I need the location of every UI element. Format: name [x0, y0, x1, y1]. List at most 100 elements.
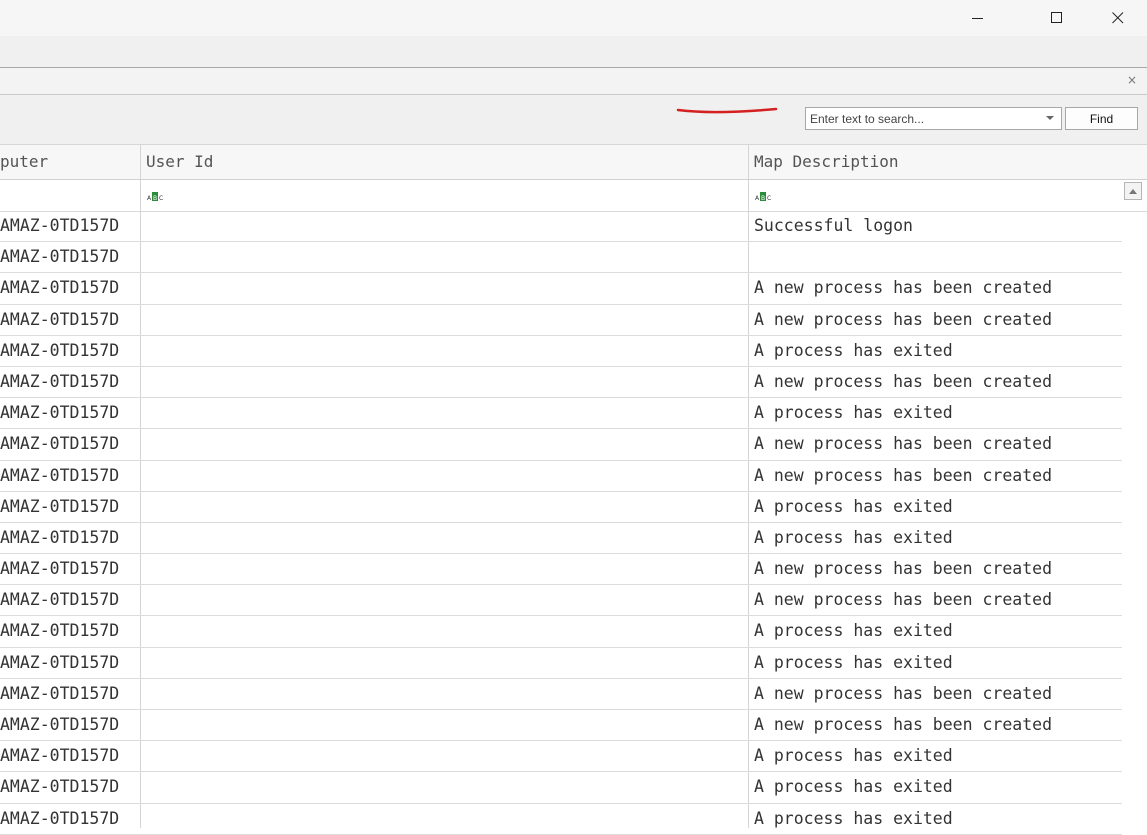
table-row[interactable]: AMAZ-0TD157D A process has exited	[0, 616, 1122, 648]
cell-user-id	[146, 336, 746, 366]
table-row[interactable]: AMAZ-0TD157D A new process has been creat…	[0, 679, 1122, 710]
table-row[interactable]: AMAZ-0TD157D	[0, 242, 1122, 274]
cell-user-id	[146, 648, 746, 678]
cell-user-id	[146, 211, 746, 241]
text-filter-icon[interactable]: A B C	[755, 192, 775, 202]
cell-user-id	[146, 367, 746, 397]
table-row[interactable]: AMAZ-0TD157D A process has exited	[0, 741, 1122, 773]
cell-computer: AMAZ-0TD157D	[0, 590, 120, 610]
cell-user-id	[146, 429, 746, 459]
table-row[interactable]: AMAZ-0TD157D A process has exited	[0, 336, 1122, 367]
cell-user-id	[146, 398, 746, 428]
svg-text:C: C	[159, 195, 163, 202]
tab-close-button[interactable]: ×	[1125, 72, 1139, 88]
svg-text:A: A	[147, 195, 152, 202]
cell-computer: AMAZ-0TD157D	[0, 247, 120, 267]
chevron-up-icon	[1129, 188, 1137, 194]
cell-computer: AMAZ-0TD157D	[0, 527, 120, 547]
cell-user-id	[146, 710, 746, 740]
table-row[interactable]: AMAZ-0TD157D A new process has been creat…	[0, 273, 1122, 305]
table-row[interactable]: AMAZ-0TD157D A process has exited	[0, 648, 1122, 679]
cell-computer: AMAZ-0TD157D	[0, 309, 120, 329]
cell-computer: AMAZ-0TD157D	[0, 715, 120, 734]
cell-computer: AMAZ-0TD157D	[0, 652, 120, 672]
table-row[interactable]: AMAZ-0TD157D A process has exited	[0, 772, 1122, 804]
close-icon	[1112, 12, 1124, 24]
grid-header: puter User Id Map Description	[0, 145, 1147, 180]
text-filter-icon[interactable]: A B C	[147, 192, 167, 202]
svg-text:A: A	[755, 195, 760, 202]
cell-map-description: A new process has been created	[754, 559, 1053, 579]
cell-user-id	[146, 804, 746, 834]
table-row[interactable]: AMAZ-0TD157D A new process has been creat…	[0, 367, 1122, 399]
cell-map-description: A new process has been created	[754, 278, 1053, 298]
cell-map-description: A new process has been created	[754, 371, 1053, 391]
cell-computer: AMAZ-0TD157D	[0, 371, 120, 391]
table-row[interactable]: AMAZ-0TD157D A process has exited	[0, 492, 1122, 523]
table-row[interactable]: AMAZ-0TD157D A new process has been creat…	[0, 710, 1122, 742]
cell-user-id	[146, 554, 746, 584]
table-row[interactable]: AMAZ-0TD157D A new process has been creat…	[0, 429, 1122, 461]
table-row[interactable]: AMAZ-0TD157D A process has exited	[0, 804, 1122, 835]
column-header-user-id[interactable]: User Id	[146, 145, 746, 179]
cell-map-description	[754, 242, 1122, 272]
cell-computer: AMAZ-0TD157D	[0, 465, 120, 485]
minimize-button[interactable]	[955, 0, 1001, 36]
cell-map-description: A new process has been created	[754, 309, 1053, 329]
table-row[interactable]: AMAZ-0TD157D A new process has been creat…	[0, 554, 1122, 586]
cell-computer: AMAZ-0TD157D	[0, 434, 120, 454]
cell-map-description: A new process has been created	[754, 683, 1053, 703]
table-row[interactable]: AMAZ-0TD157D A process has exited	[0, 398, 1122, 430]
cell-computer: AMAZ-0TD157D	[0, 278, 120, 298]
search-dropdown-button[interactable]	[1039, 108, 1061, 129]
cell-map-description: A new process has been created	[754, 465, 1053, 485]
column-header-map-description[interactable]: Map Description	[754, 145, 1114, 179]
cell-user-id	[146, 679, 746, 709]
chevron-down-icon	[1046, 116, 1054, 120]
cell-computer: AMAZ-0TD157D	[0, 496, 120, 516]
cell-user-id	[146, 585, 746, 615]
column-header-computer[interactable]: puter	[0, 145, 140, 179]
table-row[interactable]: AMAZ-0TD157D A new process has been creat…	[0, 305, 1122, 336]
cell-computer: AMAZ-0TD157D	[0, 559, 120, 579]
cell-map-description: A process has exited	[754, 808, 953, 828]
grid-body: AMAZ-0TD157D Successful logon AMAZ-0TD157D…	[0, 211, 1122, 835]
cell-user-id	[146, 523, 746, 553]
cell-map-description: A process has exited	[754, 527, 953, 547]
cell-map-description: A process has exited	[754, 746, 953, 766]
cell-map-description: A process has exited	[754, 777, 953, 797]
title-bar	[0, 0, 1147, 36]
cell-computer: AMAZ-0TD157D	[0, 746, 120, 766]
table-row[interactable]: AMAZ-0TD157D Successful logon	[0, 211, 1122, 243]
table-row[interactable]: AMAZ-0TD157D A process has exited	[0, 523, 1122, 555]
search-input[interactable]	[806, 108, 1038, 129]
cell-user-id	[146, 242, 746, 272]
svg-text:B: B	[761, 195, 765, 202]
cell-computer: AMAZ-0TD157D	[0, 777, 120, 797]
cell-computer: AMAZ-0TD157D	[0, 403, 120, 423]
cell-computer: AMAZ-0TD157D	[0, 621, 120, 641]
menu-bar	[0, 36, 1147, 68]
close-window-button[interactable]	[1095, 0, 1141, 36]
cell-map-description: Successful logon	[754, 216, 913, 235]
search-combobox[interactable]	[805, 107, 1062, 130]
table-row[interactable]: AMAZ-0TD157D A new process has been creat…	[0, 461, 1122, 492]
cell-map-description: A process has exited	[754, 403, 953, 423]
cell-user-id	[146, 492, 746, 522]
filter-row: A B C A B C	[0, 180, 1147, 212]
table-row[interactable]: AMAZ-0TD157D A new process has been creat…	[0, 585, 1122, 617]
cell-computer: AMAZ-0TD157D	[0, 340, 120, 360]
tab-strip: ×	[0, 68, 1147, 95]
cell-computer: AMAZ-0TD157D	[0, 808, 120, 828]
cell-map-description: A process has exited	[754, 496, 953, 516]
maximize-button[interactable]	[1034, 0, 1080, 36]
cell-user-id	[146, 616, 746, 646]
svg-text:B: B	[153, 195, 157, 202]
cell-user-id	[146, 461, 746, 491]
find-button[interactable]: Find	[1065, 107, 1138, 130]
cell-user-id	[146, 772, 746, 802]
cell-user-id	[146, 273, 746, 303]
scroll-up-button[interactable]	[1124, 182, 1142, 200]
cell-map-description: A new process has been created	[754, 434, 1053, 454]
cell-map-description: A process has exited	[754, 621, 953, 641]
